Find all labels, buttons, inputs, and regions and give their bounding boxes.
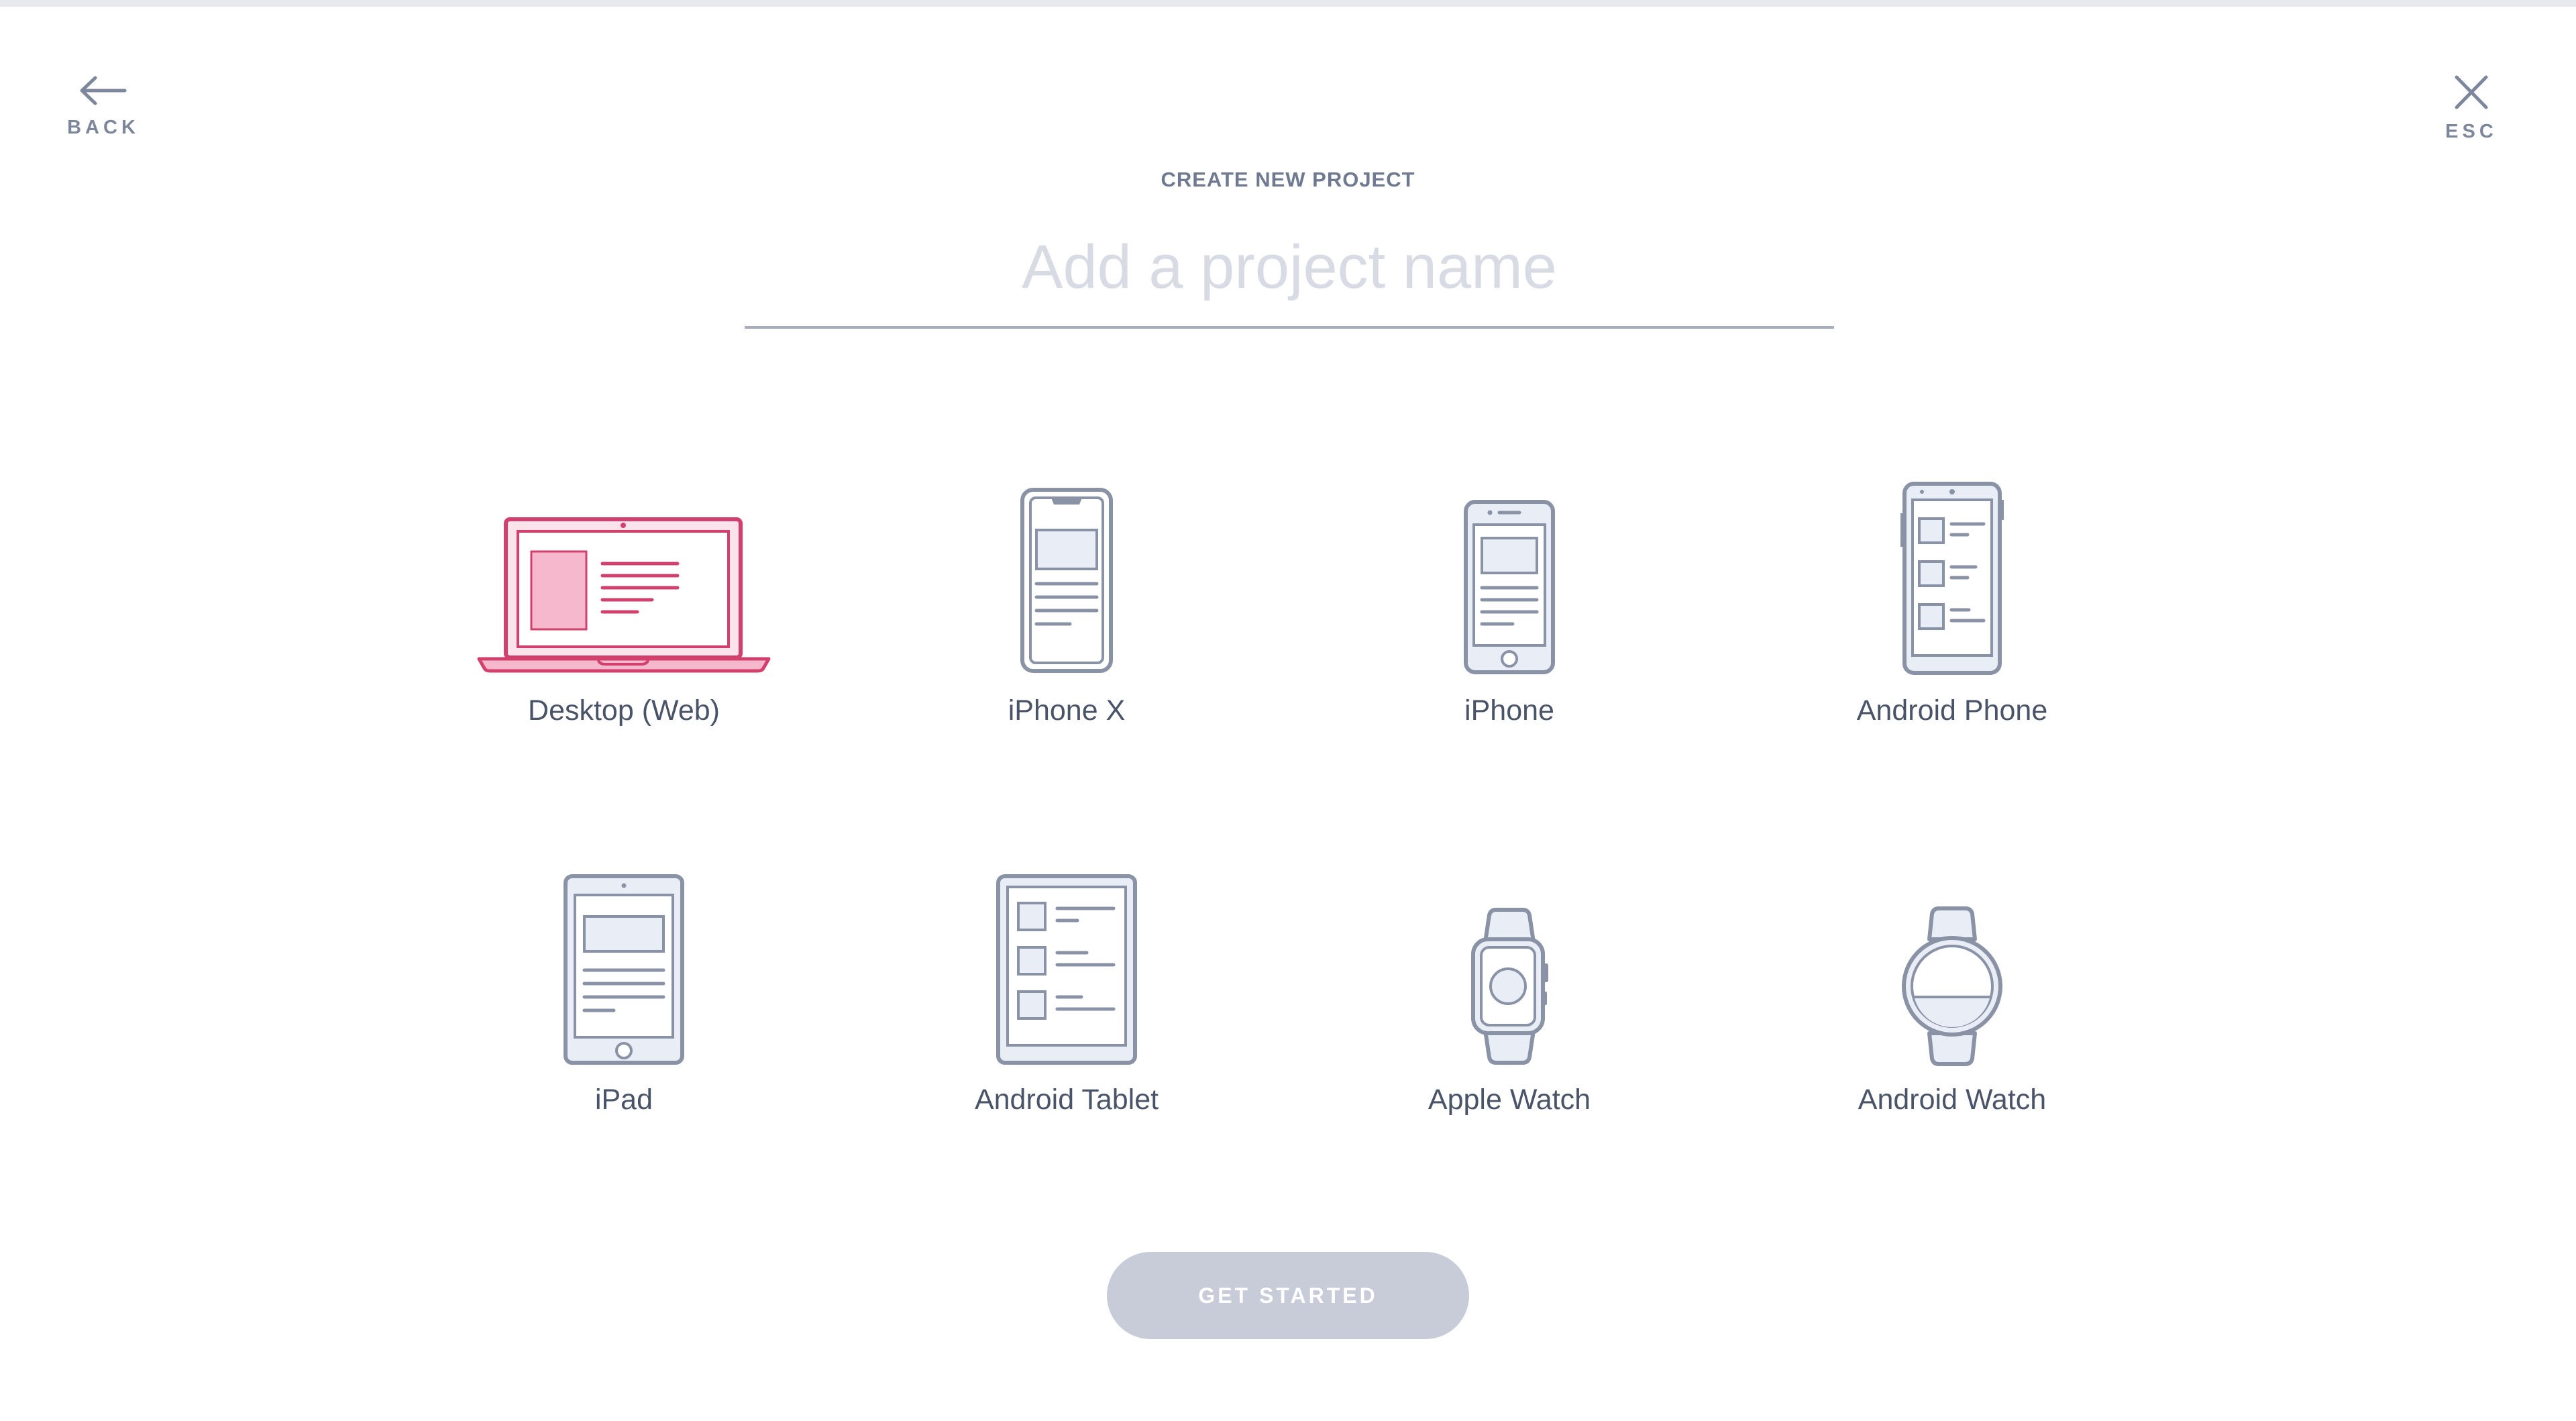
- device-label: iPad: [594, 1084, 653, 1116]
- device-label: Android Watch: [1858, 1084, 2047, 1116]
- device-option-ipad[interactable]: iPad: [423, 859, 825, 1174]
- close-icon: [2455, 75, 2488, 109]
- top-border: [0, 0, 2576, 7]
- iphone-x-icon: [1020, 488, 1113, 673]
- close-button[interactable]: ESC: [2424, 74, 2518, 143]
- device-option-desktop-web[interactable]: Desktop (Web): [423, 470, 825, 785]
- project-name-input[interactable]: [745, 208, 1834, 329]
- device-option-apple-watch[interactable]: Apple Watch: [1308, 859, 1711, 1174]
- iphone-icon: [1464, 500, 1555, 674]
- back-label: BACK: [67, 117, 140, 138]
- arrow-left-icon: [80, 76, 127, 105]
- device-option-android-tablet[interactable]: Android Tablet: [865, 859, 1268, 1174]
- android-phone-icon: [1900, 482, 2004, 675]
- page-title: CREATE NEW PROJECT: [1161, 168, 1415, 191]
- device-option-iphone-x[interactable]: iPhone X: [865, 470, 1268, 785]
- android-watch-icon: [1902, 906, 2002, 1066]
- device-label: iPhone: [1464, 694, 1554, 727]
- esc-label: ESC: [2445, 121, 2498, 142]
- device-label: Android Phone: [1856, 694, 2048, 727]
- get-started-button[interactable]: GET STARTED: [1107, 1252, 1469, 1339]
- android-tablet-icon: [996, 874, 1137, 1065]
- ipad-icon: [564, 874, 684, 1065]
- device-label: iPhone X: [1008, 694, 1126, 727]
- device-label: Android Tablet: [974, 1084, 1159, 1116]
- device-option-android-watch[interactable]: Android Watch: [1751, 859, 2153, 1174]
- device-label: Desktop (Web): [528, 694, 720, 727]
- apple-watch-icon: [1471, 908, 1548, 1065]
- device-label: Apple Watch: [1428, 1084, 1591, 1116]
- back-button[interactable]: BACK: [56, 74, 150, 139]
- laptop-icon: [477, 517, 771, 673]
- device-option-android-phone[interactable]: Android Phone: [1751, 470, 2153, 785]
- device-option-iphone[interactable]: iPhone: [1308, 470, 1711, 785]
